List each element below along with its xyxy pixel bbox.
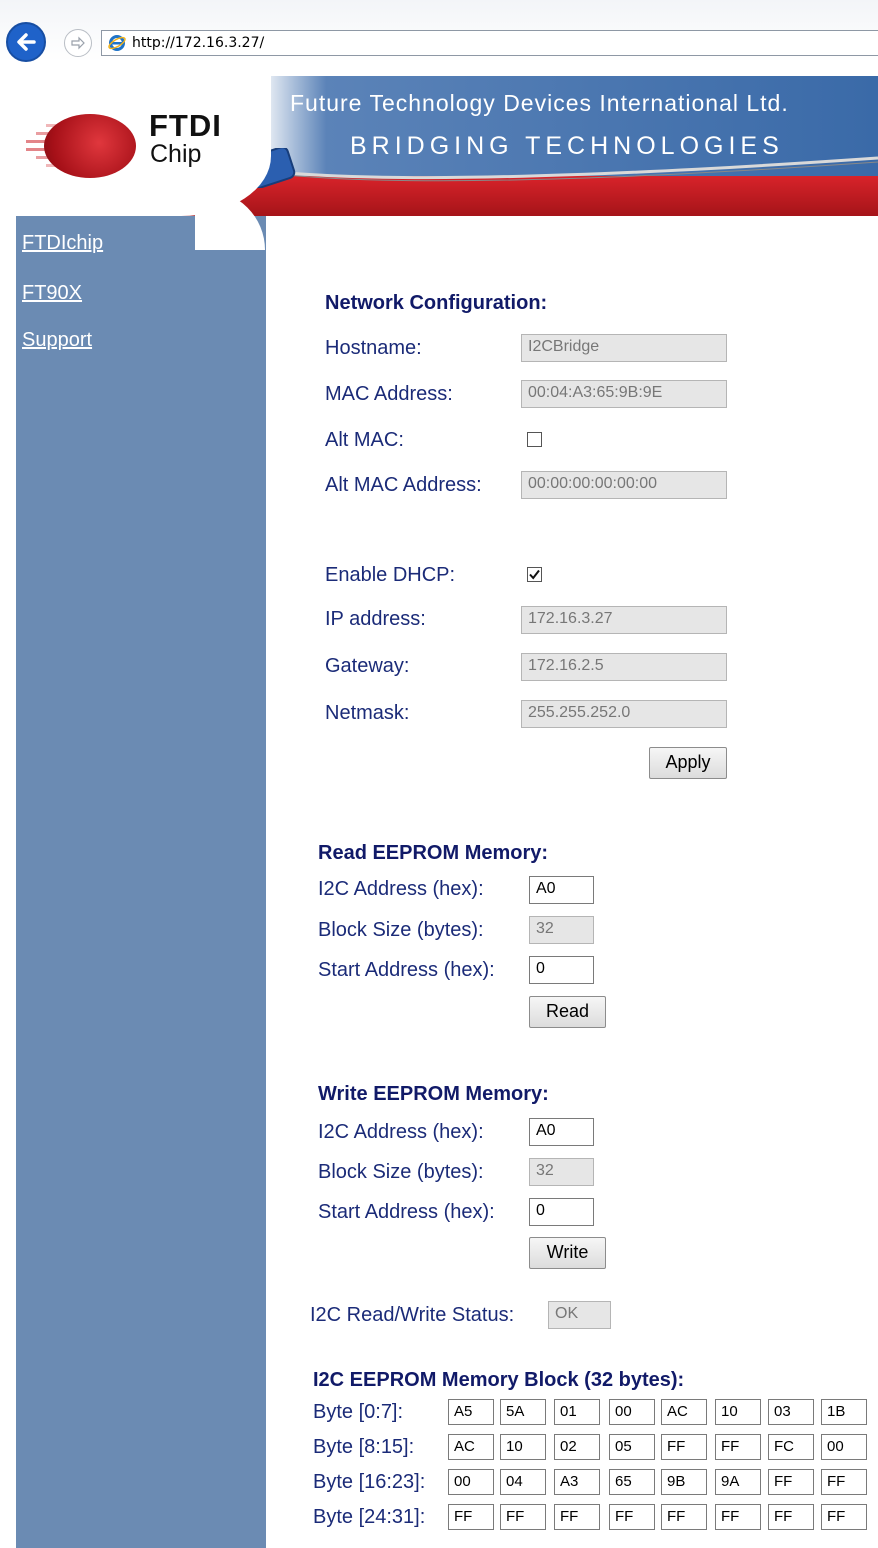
checkmark-icon: [529, 569, 540, 580]
sidebar-link-support[interactable]: Support: [22, 329, 92, 352]
back-arrow-icon: [17, 33, 36, 51]
memory-byte-field[interactable]: 01: [554, 1399, 600, 1425]
hostname-field[interactable]: I2CBridge: [521, 334, 727, 362]
memory-byte-field[interactable]: 10: [715, 1399, 761, 1425]
gateway-field[interactable]: 172.16.2.5: [521, 653, 727, 681]
write-i2c-address-label: I2C Address (hex):: [318, 1121, 484, 1143]
back-button[interactable]: [6, 22, 46, 62]
memory-byte-field[interactable]: 00: [609, 1399, 655, 1425]
status-field[interactable]: OK: [548, 1301, 611, 1329]
memory-byte-field[interactable]: A5: [448, 1399, 494, 1425]
write-block-size-label: Block Size (bytes):: [318, 1161, 484, 1183]
logo-red-disc-icon: [44, 114, 136, 178]
hostname-label: Hostname:: [325, 337, 422, 359]
mac-address-label: MAC Address:: [325, 383, 453, 405]
memory-byte-field[interactable]: AC: [661, 1399, 707, 1425]
write-block-size-field[interactable]: 32: [529, 1158, 594, 1186]
memory-byte-field[interactable]: FF: [821, 1469, 867, 1495]
write-start-address-label: Start Address (hex):: [318, 1201, 495, 1223]
write-eeprom-title: Write EEPROM Memory:: [318, 1083, 549, 1105]
browser-toolbar: http://172.16.3.27/: [0, 0, 878, 62]
forward-button[interactable]: [64, 29, 92, 57]
tagline: BRIDGING TECHNOLOGIES: [350, 132, 784, 160]
apply-button[interactable]: Apply: [649, 747, 727, 779]
read-block-size-label: Block Size (bytes):: [318, 919, 484, 941]
read-i2c-address-field[interactable]: A0: [529, 876, 594, 904]
memory-byte-field[interactable]: FF: [661, 1504, 707, 1530]
address-bar[interactable]: http://172.16.3.27/: [101, 30, 878, 56]
memory-byte-field[interactable]: 04: [500, 1469, 546, 1495]
memory-byte-field[interactable]: A3: [554, 1469, 600, 1495]
write-start-address-field[interactable]: 0: [529, 1198, 594, 1226]
read-button[interactable]: Read: [529, 996, 606, 1028]
memory-byte-field[interactable]: 05: [609, 1434, 655, 1460]
write-button[interactable]: Write: [529, 1237, 606, 1269]
logo-ftdi-text: FTDI: [149, 108, 222, 143]
memory-byte-field[interactable]: FF: [768, 1469, 814, 1495]
memory-byte-field[interactable]: 5A: [500, 1399, 546, 1425]
memory-byte-field[interactable]: FF: [768, 1504, 814, 1530]
memory-byte-field[interactable]: 10: [500, 1434, 546, 1460]
memory-byte-field[interactable]: FF: [821, 1504, 867, 1530]
enable-dhcp-label: Enable DHCP:: [325, 564, 456, 586]
gateway-label: Gateway:: [325, 655, 410, 677]
read-start-address-label: Start Address (hex):: [318, 959, 495, 981]
memory-byte-field[interactable]: FF: [715, 1504, 761, 1530]
memory-byte-field[interactable]: 02: [554, 1434, 600, 1460]
status-label: I2C Read/Write Status:: [310, 1304, 515, 1326]
alt-mac-address-field[interactable]: 00:00:00:00:00:00: [521, 471, 727, 499]
memory-byte-field[interactable]: FF: [715, 1434, 761, 1460]
forward-arrow-icon: [71, 36, 85, 50]
memory-row-label: Byte [16:23]:: [313, 1471, 426, 1493]
alt-mac-checkbox[interactable]: [527, 432, 542, 447]
memory-byte-field[interactable]: 00: [448, 1469, 494, 1495]
network-config-title: Network Configuration:: [325, 292, 548, 314]
netmask-field[interactable]: 255.255.252.0: [521, 700, 727, 728]
netmask-label: Netmask:: [325, 702, 410, 724]
memory-byte-field[interactable]: 03: [768, 1399, 814, 1425]
read-i2c-address-label: I2C Address (hex):: [318, 878, 484, 900]
memory-byte-field[interactable]: 9A: [715, 1469, 761, 1495]
sidebar: FTDIchip FT90X Support: [16, 216, 266, 1548]
memory-byte-field[interactable]: FF: [661, 1434, 707, 1460]
memory-row-label: Byte [8:15]:: [313, 1436, 415, 1458]
memory-byte-field[interactable]: 9B: [661, 1469, 707, 1495]
ip-address-field[interactable]: 172.16.3.27: [521, 606, 727, 634]
memory-byte-field[interactable]: FC: [768, 1434, 814, 1460]
alt-mac-address-label: Alt MAC Address:: [325, 474, 482, 496]
memory-byte-field[interactable]: FF: [500, 1504, 546, 1530]
site-banner: FTDI Chip Future Technology Devices Inte…: [16, 76, 878, 216]
memory-block-title: I2C EEPROM Memory Block (32 bytes):: [313, 1369, 685, 1391]
alt-mac-label: Alt MAC:: [325, 429, 404, 451]
read-start-address-field[interactable]: 0: [529, 956, 594, 984]
sidebar-link-ftdichip[interactable]: FTDIchip: [22, 232, 103, 255]
company-name: Future Technology Devices International …: [290, 90, 789, 116]
memory-byte-field[interactable]: 1B: [821, 1399, 867, 1425]
memory-byte-field[interactable]: 00: [821, 1434, 867, 1460]
write-i2c-address-field[interactable]: A0: [529, 1118, 594, 1146]
enable-dhcp-checkbox[interactable]: [527, 567, 542, 582]
memory-byte-field[interactable]: AC: [448, 1434, 494, 1460]
memory-byte-field[interactable]: 65: [609, 1469, 655, 1495]
mac-address-field[interactable]: 00:04:A3:65:9B:9E: [521, 380, 727, 408]
read-block-size-field[interactable]: 32: [529, 916, 594, 944]
read-eeprom-title: Read EEPROM Memory:: [318, 842, 549, 864]
ie-page-icon: [108, 35, 126, 51]
address-url: http://172.16.3.27/: [132, 35, 265, 51]
memory-row-label: Byte [24:31]:: [313, 1506, 426, 1528]
ip-address-label: IP address:: [325, 608, 426, 630]
memory-row-label: Byte [0:7]:: [313, 1401, 404, 1423]
memory-byte-field[interactable]: FF: [609, 1504, 655, 1530]
sidebar-link-ft90x[interactable]: FT90X: [22, 282, 82, 305]
logo-area: FTDI Chip: [16, 76, 271, 216]
memory-byte-field[interactable]: FF: [554, 1504, 600, 1530]
logo-chip-text: Chip: [150, 140, 202, 168]
memory-byte-field[interactable]: FF: [448, 1504, 494, 1530]
